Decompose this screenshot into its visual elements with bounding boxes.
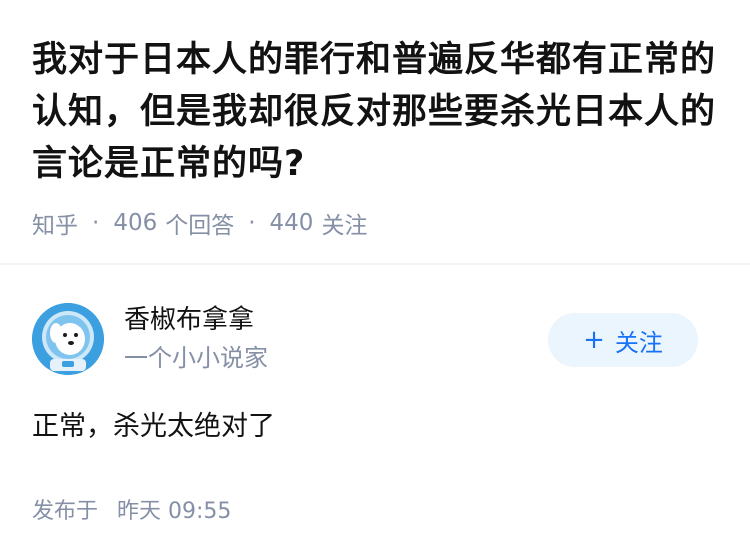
followers-label: 关注 bbox=[321, 213, 368, 239]
answer-content: 正常，杀光太绝对了 bbox=[32, 411, 275, 442]
follow-button-label: 关注 bbox=[614, 328, 663, 357]
source-label[interactable]: 知乎 bbox=[32, 206, 78, 240]
plus-icon: + bbox=[583, 325, 605, 355]
publish-label: 发布于 bbox=[32, 499, 99, 524]
question-meta: 知乎 · 406 个回答 · 440 关注 bbox=[32, 206, 718, 240]
publish-time: 昨天 09:55 bbox=[117, 499, 232, 524]
followers-count: 440 bbox=[269, 210, 314, 236]
answers-count: 406 bbox=[113, 210, 158, 236]
publish-info: 发布于 昨天 09:55 bbox=[32, 493, 718, 525]
dog-astronaut-icon bbox=[32, 303, 104, 375]
author-info: 香椒布拿拿 一个小小说家 bbox=[124, 303, 268, 375]
separator-dot: · bbox=[248, 210, 256, 236]
author-row: 香椒布拿拿 一个小小说家 + 关注 bbox=[32, 303, 718, 375]
divider bbox=[0, 263, 750, 265]
answers-label: 个回答 bbox=[165, 213, 235, 239]
question-header: 我对于日本人的罪行和普遍反华都有正常的认知，但是我却很反对那些要杀光日本人的言论… bbox=[0, 0, 750, 240]
follow-button[interactable]: + 关注 bbox=[548, 313, 698, 367]
answer-card: 香椒布拿拿 一个小小说家 + 关注 正常，杀光太绝对了 发布于 昨天 09:55 bbox=[0, 303, 750, 525]
question-title[interactable]: 我对于日本人的罪行和普遍反华都有正常的认知，但是我却很反对那些要杀光日本人的言论… bbox=[32, 34, 718, 190]
author-name[interactable]: 香椒布拿拿 bbox=[124, 303, 268, 337]
avatar[interactable] bbox=[32, 303, 104, 375]
author-bio: 一个小小说家 bbox=[124, 344, 268, 372]
separator-dot: · bbox=[92, 210, 100, 236]
